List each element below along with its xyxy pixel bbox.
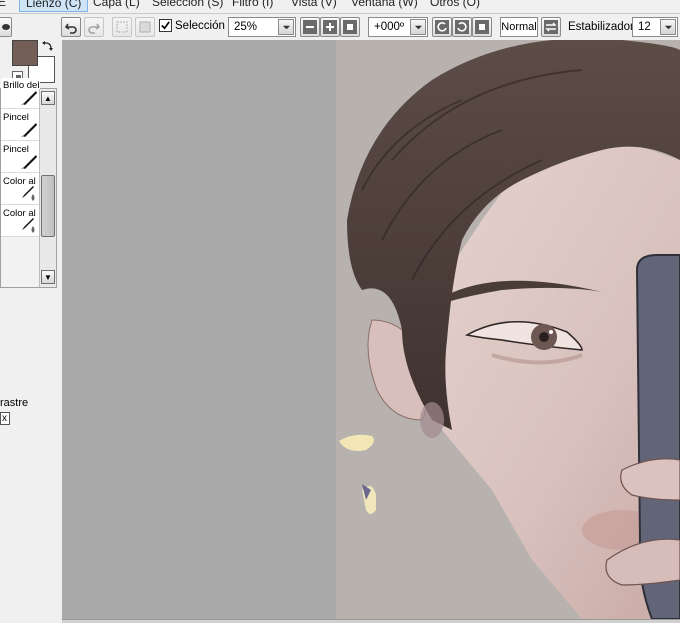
menu-bar: E Lienzo (C) Capa (L) Selección (S) Filt… bbox=[0, 0, 680, 14]
stabilizer-select[interactable]: 12 bbox=[632, 17, 678, 37]
pen-drop-icon bbox=[22, 218, 35, 233]
brush-scrollbar[interactable]: ▲ ▼ bbox=[39, 89, 56, 287]
primary-color-swatch[interactable] bbox=[12, 40, 38, 66]
selection-toggle[interactable]: Selección bbox=[159, 19, 225, 32]
stabilizer-label: Estabilizador bbox=[568, 21, 634, 33]
toolbar: Selección 25% +000º Normal Estabilizador… bbox=[0, 14, 680, 40]
view-toggle-button[interactable] bbox=[0, 17, 12, 37]
brush-list: Brillo del Pincel Pincel Color al Color … bbox=[0, 78, 57, 288]
rotate-left-icon bbox=[435, 20, 449, 34]
invert-icon bbox=[139, 21, 151, 33]
menu-view[interactable]: Vista (V) bbox=[291, 0, 337, 9]
artwork bbox=[336, 40, 680, 619]
selection-label: Selección bbox=[175, 19, 225, 32]
menu-canvas[interactable]: Lienzo (C) bbox=[19, 0, 89, 12]
canvas-scrollbar[interactable] bbox=[62, 619, 680, 623]
scroll-up-icon[interactable]: ▲ bbox=[41, 91, 55, 105]
chevron-down-icon[interactable] bbox=[660, 19, 676, 35]
rotate-right-icon bbox=[455, 20, 469, 34]
menu-filter[interactable]: Filtro (I) bbox=[232, 0, 273, 9]
brush-item[interactable]: Color al bbox=[1, 206, 40, 237]
rotation-value: +000º bbox=[374, 21, 405, 33]
redo-button[interactable] bbox=[84, 17, 104, 37]
menu-selection[interactable]: Selección (S) bbox=[152, 0, 223, 9]
drag-box[interactable]: x bbox=[0, 412, 10, 425]
zoom-value: 25% bbox=[234, 21, 258, 33]
pen-icon bbox=[21, 91, 37, 106]
pen-icon bbox=[21, 155, 37, 170]
menu-others[interactable]: Otros (O) bbox=[430, 0, 480, 9]
zoom-out-button[interactable] bbox=[300, 17, 320, 37]
rotate-right-button[interactable] bbox=[452, 17, 472, 37]
scrollbar-thumb[interactable] bbox=[41, 175, 55, 237]
flip-horizontal-button[interactable] bbox=[541, 17, 561, 37]
zoom-select[interactable]: 25% bbox=[228, 17, 296, 37]
chevron-down-icon[interactable] bbox=[278, 19, 294, 35]
rotate-left-button[interactable] bbox=[432, 17, 452, 37]
flip-icon bbox=[544, 20, 558, 34]
menu-window[interactable]: Ventana (W) bbox=[351, 0, 418, 9]
check-icon bbox=[161, 21, 170, 30]
plus-icon bbox=[323, 20, 337, 34]
zoom-in-button[interactable] bbox=[320, 17, 340, 37]
deselect-icon bbox=[116, 21, 128, 33]
blend-mode-button[interactable]: Normal bbox=[500, 17, 538, 37]
menu-layer[interactable]: Capa (L) bbox=[93, 0, 140, 9]
rotation-reset-button[interactable] bbox=[472, 17, 492, 37]
stabilizer-value: 12 bbox=[638, 21, 651, 33]
brush-item[interactable]: Brillo del bbox=[1, 78, 40, 109]
swap-colors-icon[interactable] bbox=[41, 40, 55, 54]
brush-item[interactable]: Color al bbox=[1, 174, 40, 205]
invert-selection-button[interactable] bbox=[135, 17, 155, 37]
brush-item[interactable]: Pincel bbox=[1, 110, 40, 141]
reset-zoom-icon bbox=[343, 20, 357, 34]
pen-drop-icon bbox=[22, 186, 35, 201]
menu-edit[interactable]: E bbox=[0, 0, 6, 9]
deselect-button[interactable] bbox=[112, 17, 132, 37]
zoom-reset-button[interactable] bbox=[340, 17, 360, 37]
redo-icon bbox=[88, 23, 101, 34]
tool-panel: Brillo del Pincel Pincel Color al Color … bbox=[0, 40, 62, 623]
drag-label: rastre bbox=[0, 397, 29, 409]
scroll-down-icon[interactable]: ▼ bbox=[41, 270, 55, 284]
undo-icon bbox=[64, 23, 77, 34]
drawing-canvas[interactable] bbox=[62, 40, 680, 619]
pen-icon bbox=[21, 123, 37, 138]
brush-item[interactable]: Pincel bbox=[1, 142, 40, 173]
brush-empty-area bbox=[1, 237, 40, 287]
chevron-down-icon[interactable] bbox=[410, 19, 426, 35]
selection-checkbox[interactable] bbox=[159, 19, 172, 32]
rotation-select[interactable]: +000º bbox=[368, 17, 428, 37]
undo-button[interactable] bbox=[61, 17, 81, 37]
minus-icon bbox=[303, 20, 317, 34]
view-icon bbox=[2, 24, 10, 30]
stop-icon bbox=[475, 20, 489, 34]
